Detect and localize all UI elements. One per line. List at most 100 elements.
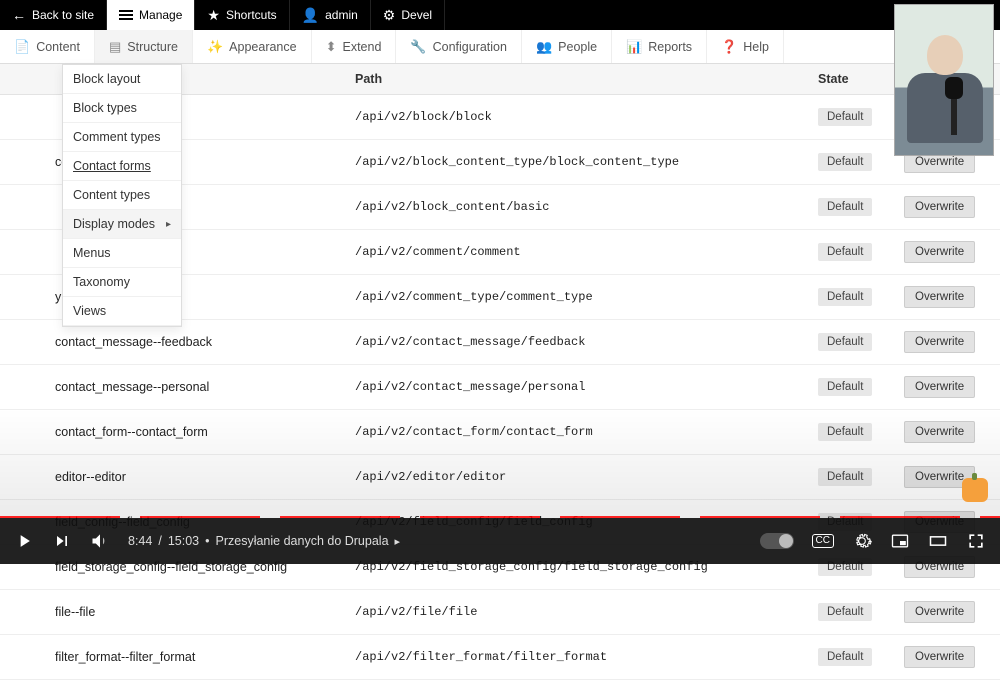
theater-button[interactable] [928,531,948,551]
row-path: /api/v2/editor/editor [355,470,818,484]
state-badge: Default [818,243,872,261]
settings-button[interactable] [852,531,872,551]
table-row: editor--editor/api/v2/editor/editorDefau… [0,455,1000,500]
overwrite-button[interactable]: Overwrite [904,421,975,443]
menu-structure-label: Structure [127,40,178,54]
video-player-controls: 8:44 / 15:03 • Przesyłanie danych do Dru… [0,518,1000,564]
state-badge: Default [818,603,872,621]
row-state: Default [818,108,904,126]
shortcuts-link[interactable]: ★ Shortcuts [195,0,289,30]
row-state: Default [818,198,904,216]
row-ops: Overwrite [904,196,1000,218]
back-to-site-link[interactable]: ← Back to site [0,0,107,30]
row-ops: Overwrite [904,376,1000,398]
volume-button[interactable] [90,531,110,551]
admin-topbar: ← Back to site Manage ★ Shortcuts 👤 admi… [0,0,1000,30]
dropdown-contact-forms[interactable]: Contact forms [63,152,181,181]
menu-content-label: Content [36,40,80,54]
help-icon: ❓ [721,39,737,55]
dropdown-views[interactable]: Views [63,297,181,326]
manage-toggle[interactable]: Manage [107,0,195,30]
chevron-right-icon: ▸ [166,219,171,230]
shortcuts-label: Shortcuts [226,8,277,22]
people-icon: 👥 [536,39,552,55]
row-state: Default [818,333,904,351]
row-path: /api/v2/contact_form/contact_form [355,425,818,439]
dropdown-display-modes[interactable]: Display modes ▸ [63,210,181,239]
menu-extend-label: Extend [343,40,382,54]
row-name: contact_message--feedback [55,335,355,349]
row-ops: Overwrite [904,241,1000,263]
play-button[interactable] [14,531,34,551]
structure-dropdown: Block layout Block types Comment types C… [62,64,182,327]
row-path: /api/v2/contact_message/feedback [355,335,818,349]
menu-structure[interactable]: ▤ Structure [95,30,193,63]
row-path: /api/v2/comment/comment [355,245,818,259]
menu-appearance-label: Appearance [229,40,296,54]
admin-user-label: admin [325,8,358,22]
puzzle-icon: ⬍ [326,39,337,55]
row-ops: Overwrite [904,286,1000,308]
overwrite-button[interactable]: Overwrite [904,241,975,263]
state-badge: Default [818,648,872,666]
table-row: contact_form--contact_form/api/v2/contac… [0,410,1000,455]
dropdown-comment-types[interactable]: Comment types [63,123,181,152]
gear-icon: ⚙ [383,8,396,22]
devel-link[interactable]: ⚙ Devel [371,0,445,30]
overwrite-button[interactable]: Overwrite [904,376,975,398]
menu-extend[interactable]: ⬍ Extend [312,30,397,63]
overwrite-button[interactable]: Overwrite [904,286,975,308]
chevron-right-icon[interactable]: ▸ [395,535,401,548]
row-state: Default [818,153,904,171]
overwrite-button[interactable]: Overwrite [904,601,975,623]
row-state: Default [818,288,904,306]
dropdown-content-types[interactable]: Content types [63,181,181,210]
dropdown-taxonomy[interactable]: Taxonomy [63,268,181,297]
row-path: /api/v2/contact_message/personal [355,380,818,394]
dropdown-block-types[interactable]: Block types [63,94,181,123]
col-path: Path [355,72,818,86]
file-icon: 📄 [14,39,30,55]
next-button[interactable] [52,531,72,551]
menu-help[interactable]: ❓ Help [707,30,784,63]
menu-reports[interactable]: 📊 Reports [612,30,707,63]
overwrite-button[interactable]: Overwrite [904,646,975,668]
menu-people[interactable]: 👥 People [522,30,612,63]
row-name: contact_message--personal [55,380,355,394]
presenter-webcam [894,4,994,156]
wand-icon: ✨ [207,39,223,55]
row-name: contact_form--contact_form [55,425,355,439]
miniplayer-button[interactable] [890,531,910,551]
row-path: /api/v2/block_content_type/block_content… [355,155,818,169]
admin-user-link[interactable]: 👤 admin [290,0,371,30]
captions-button[interactable]: CC [812,534,834,548]
table-row: contact_message--personal/api/v2/contact… [0,365,1000,410]
chart-icon: 📊 [626,39,642,55]
col-state: State [818,72,904,86]
channel-watermark-icon[interactable] [962,478,988,502]
dropdown-menus[interactable]: Menus [63,239,181,268]
state-badge: Default [818,288,872,306]
time-current: 8:44 [128,534,152,548]
fullscreen-button[interactable] [966,531,986,551]
row-state: Default [818,378,904,396]
overwrite-button[interactable]: Overwrite [904,196,975,218]
state-badge: Default [818,153,872,171]
menu-configuration-label: Configuration [433,40,507,54]
time-total: 15:03 [168,534,199,548]
dropdown-block-layout[interactable]: Block layout [63,65,181,94]
devel-label: Devel [401,8,432,22]
state-badge: Default [818,108,872,126]
time-display: 8:44 / 15:03 • Przesyłanie danych do Dru… [128,534,400,548]
row-ops: Overwrite [904,421,1000,443]
row-name: editor--editor [55,470,355,484]
row-state: Default [818,243,904,261]
menu-configuration[interactable]: 🔧 Configuration [396,30,522,63]
menu-content[interactable]: 📄 Content [0,30,95,63]
menu-appearance[interactable]: ✨ Appearance [193,30,312,63]
autoplay-toggle[interactable] [760,533,794,549]
overwrite-button[interactable]: Overwrite [904,331,975,353]
star-icon: ★ [207,8,220,22]
wrench-icon: 🔧 [410,39,426,55]
row-ops: Overwrite [904,601,1000,623]
